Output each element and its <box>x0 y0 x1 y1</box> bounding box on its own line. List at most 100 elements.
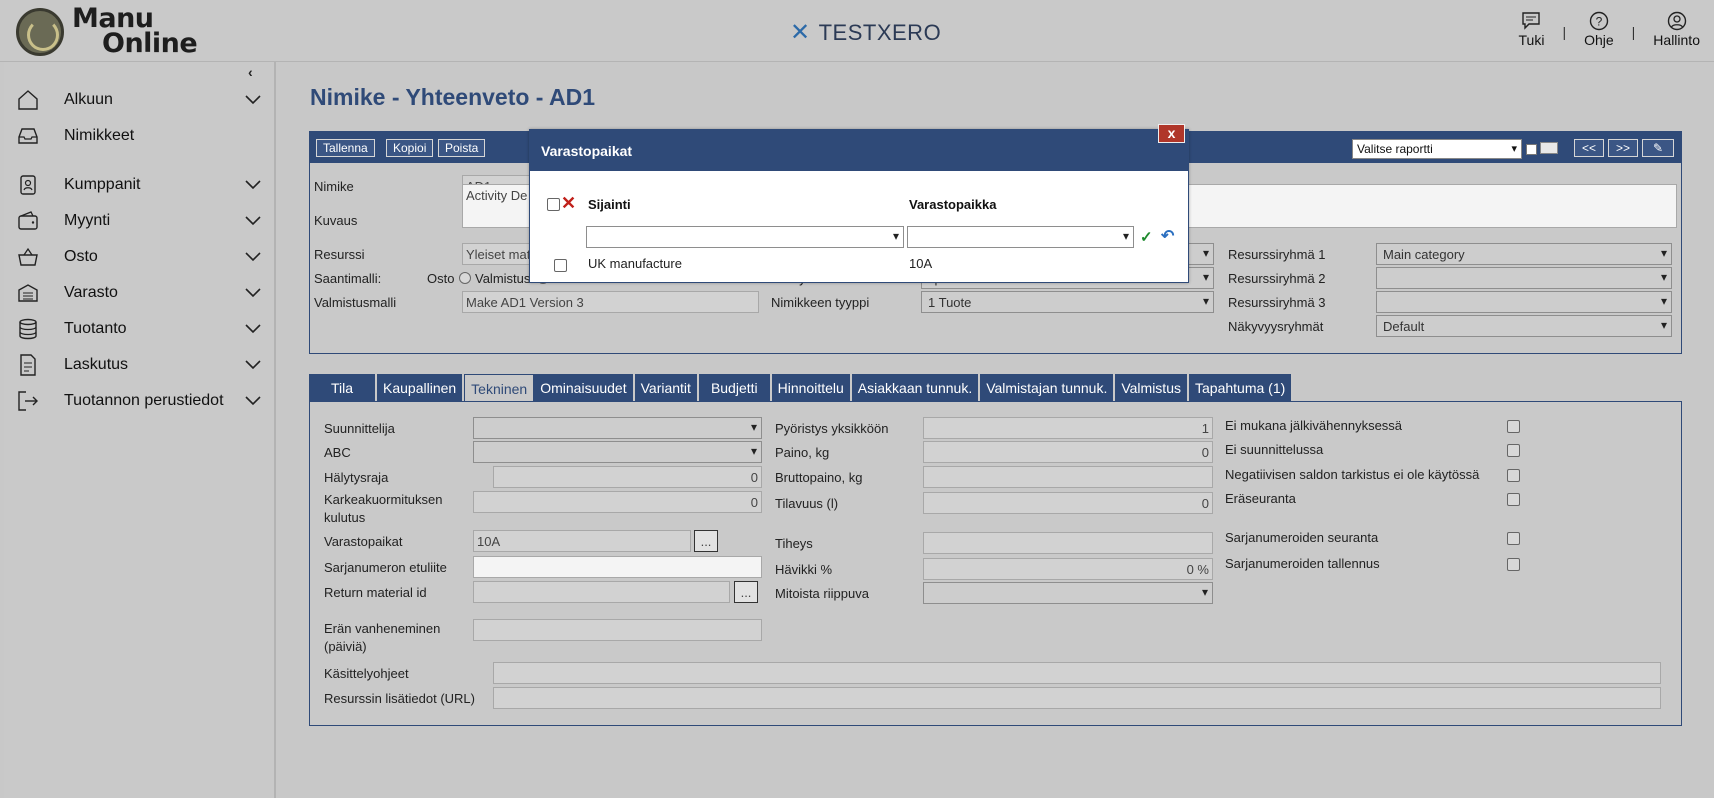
chevron-down-icon[interactable] <box>243 283 263 303</box>
inbox-icon <box>14 122 42 150</box>
undo-icon[interactable]: ↶ <box>1161 226 1174 246</box>
sidebar-item-varasto[interactable]: Varasto <box>14 276 269 310</box>
mitoista-riippuva-select[interactable]: ▾ <box>923 582 1213 604</box>
tilavuus-input[interactable]: 0 <box>923 492 1213 514</box>
abc-select[interactable]: ▾ <box>473 441 762 463</box>
select-all-checkbox[interactable] <box>547 198 560 211</box>
row-checkbox[interactable] <box>554 259 567 272</box>
resurssiryhma1-select[interactable]: Main category ▾ <box>1376 243 1672 265</box>
tab-ominaisuudet[interactable]: Ominaisuudet <box>534 374 635 402</box>
tab-tapahtuma[interactable]: Tapahtuma (1) <box>1189 374 1294 402</box>
sarjanumeroiden-tallennus-checkbox[interactable] <box>1507 558 1520 571</box>
sidebar-item-laskutus[interactable]: Laskutus <box>14 348 269 382</box>
bruttopaino-input[interactable] <box>923 466 1213 488</box>
sidebar-item-alkuun[interactable]: Alkuun <box>14 83 269 117</box>
sidebar-item-tuotanto[interactable]: Tuotanto <box>14 312 269 346</box>
suunnittelija-select[interactable]: ▾ <box>473 417 762 439</box>
sijainti-select[interactable]: ▾ <box>586 226 904 248</box>
chevron-down-icon: ▾ <box>1660 246 1667 260</box>
chevron-down-icon[interactable] <box>243 175 263 195</box>
previous-button[interactable]: << <box>1574 139 1604 157</box>
lisatiedot-input[interactable] <box>493 687 1661 709</box>
save-button[interactable]: Tallenna <box>316 139 375 157</box>
return-material-label: Return material id <box>324 585 427 600</box>
karkeakuormitus-input[interactable]: 0 <box>473 491 762 513</box>
sidebar-item-osto[interactable]: Osto <box>14 240 269 274</box>
document-icon <box>14 351 42 379</box>
resurssi-input[interactable]: Yleiset mat <box>462 243 532 265</box>
tab-valmistajan-tunnukset[interactable]: Valmistajan tunnuk. <box>980 374 1116 402</box>
varastopaikat-dialog: Varastopaikat x ✕ Sijainti Varastopaikka… <box>529 124 1189 283</box>
collapse-sidebar-icon[interactable]: ‹ <box>248 64 253 80</box>
valmistusmalli-input[interactable]: Make AD1 Version 3 <box>462 291 759 313</box>
chevron-down-icon[interactable] <box>243 247 263 267</box>
tab-kaupallinen[interactable]: Kaupallinen <box>377 374 465 402</box>
eran-vanheneminen-input[interactable] <box>473 619 762 641</box>
halytysraja-input[interactable]: 0 <box>493 466 762 488</box>
chevron-down-icon[interactable] <box>243 355 263 375</box>
chevron-down-icon[interactable] <box>243 391 263 411</box>
paino-label: Paino, kg <box>775 445 830 460</box>
return-material-input[interactable] <box>473 581 730 603</box>
sidebar-item-myynti[interactable]: Myynti <box>14 204 269 238</box>
tab-budjetti[interactable]: Budjetti <box>698 374 772 402</box>
support-button[interactable]: Tuki <box>1519 10 1544 48</box>
return-material-browse-button[interactable]: ... <box>734 581 758 603</box>
delete-button[interactable]: Poista <box>438 139 486 157</box>
jalkivahennys-label: Ei mukana jälkivähennyksessä <box>1225 418 1403 433</box>
chevron-down-icon[interactable] <box>243 90 263 110</box>
ei-suunnittelussa-checkbox[interactable] <box>1507 444 1520 457</box>
delete-selected-icon[interactable]: ✕ <box>561 193 576 214</box>
sidebar-item-kumppanit[interactable]: Kumppanit <box>14 168 269 202</box>
kasittelyohjeet-input[interactable] <box>493 662 1661 684</box>
close-button[interactable]: x <box>1158 124 1185 143</box>
table-row[interactable]: UK manufacture 10A <box>536 250 1183 280</box>
sidebar-item-nimikkeet[interactable]: Nimikkeet <box>14 119 269 153</box>
eran-vanheneminen-label: Erän vanheneminen (päiviä) <box>324 621 441 654</box>
varastopaikat-browse-button[interactable]: ... <box>694 530 718 552</box>
sarjanumeroiden-seuranta-checkbox[interactable] <box>1507 532 1520 545</box>
tab-hinnoittelu[interactable]: Hinnoittelu <box>771 374 852 402</box>
manu-online-logo[interactable]: Manu Online <box>16 5 216 57</box>
nakyvyysryhmat-select[interactable]: Default ▾ <box>1376 315 1672 337</box>
tab-variantit[interactable]: Variantit <box>634 374 699 402</box>
row-sijainti: UK manufacture <box>588 256 682 271</box>
mail-icon[interactable] <box>1540 142 1558 154</box>
copy-button[interactable]: Kopioi <box>386 139 434 157</box>
osto-radio[interactable] <box>459 272 471 284</box>
next-button[interactable]: >> <box>1608 139 1638 157</box>
pyoristys-label: Pyöristys yksikköön <box>775 421 889 436</box>
brand-x-icon: ✕ <box>790 19 811 46</box>
pyoristys-input[interactable]: 1 <box>923 417 1213 439</box>
sarjanumero-etuliite-input[interactable] <box>473 556 762 578</box>
chevron-down-icon[interactable] <box>243 211 263 231</box>
tab-tekninen[interactable]: Tekninen <box>464 374 535 402</box>
varastopaikka-select[interactable]: ▾ <box>907 226 1134 248</box>
report-checkbox[interactable] <box>1526 144 1537 155</box>
row-varastopaikka: 10A <box>909 256 933 271</box>
resurssiryhma3-select[interactable]: ▾ <box>1376 291 1672 313</box>
suunnittelija-label: Suunnittelija <box>324 421 395 436</box>
paino-input[interactable]: 0 <box>923 441 1213 463</box>
jalkivahennys-checkbox[interactable] <box>1507 420 1520 433</box>
sidebar-item-tuotannon-perustiedot[interactable]: Tuotannon perustiedot <box>14 384 269 418</box>
chevron-down-icon[interactable] <box>243 319 263 339</box>
home-icon <box>14 86 42 114</box>
havikki-input[interactable]: 0 % <box>923 558 1213 580</box>
report-select[interactable]: Valitse raportti ▾ <box>1352 139 1522 159</box>
tab-valmistus[interactable]: Valmistus <box>1115 374 1189 402</box>
tiheys-input[interactable] <box>923 532 1213 554</box>
logo-text: Manu Online <box>72 5 198 57</box>
admin-button[interactable]: Hallinto <box>1653 10 1700 48</box>
tyyppi-select[interactable]: 1 Tuote ▾ <box>921 291 1214 313</box>
user-icon <box>1666 10 1688 32</box>
negatiivinen-saldo-checkbox[interactable] <box>1507 469 1520 482</box>
tab-tila[interactable]: Tila <box>309 374 377 402</box>
tab-asiakkaan-tunnukset[interactable]: Asiakkaan tunnuk. <box>851 374 981 402</box>
attachment-button[interactable]: ✎ <box>1642 139 1674 157</box>
varastopaikat-input[interactable]: 10A <box>473 530 691 552</box>
confirm-check-icon[interactable]: ✓ <box>1140 228 1153 246</box>
eraseuranta-checkbox[interactable] <box>1507 493 1520 506</box>
resurssiryhma2-select[interactable]: ▾ <box>1376 267 1672 289</box>
help-button[interactable]: ? Ohje <box>1584 10 1614 48</box>
